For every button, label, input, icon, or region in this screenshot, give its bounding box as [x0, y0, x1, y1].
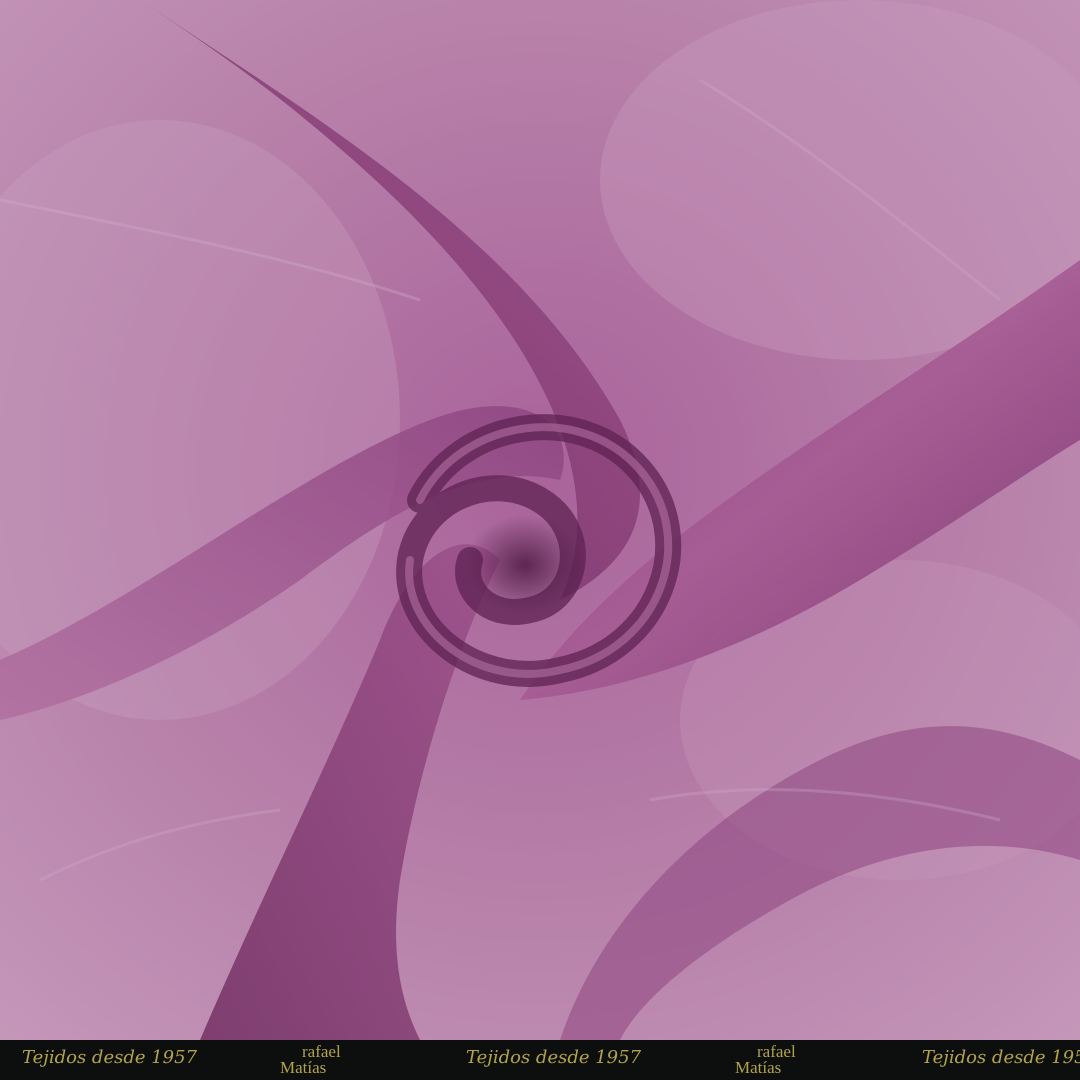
- tagline-text: Tejidos desde 1957: [922, 1047, 1080, 1068]
- fabric-swirl-center: [465, 515, 585, 615]
- tagline-text: Tejidos desde 1957: [22, 1047, 198, 1068]
- fabric-photo: [0, 0, 1080, 1040]
- brand-logo-bottom: Matías: [280, 1058, 327, 1077]
- brand-logo-bottom: Matías: [735, 1058, 782, 1077]
- product-image-page: Tejidos desde 1957 rafael Matías Tejidos…: [0, 0, 1080, 1080]
- brand-logo: rafael Matías: [735, 1043, 825, 1077]
- tagline-text: Tejidos desde 1957: [466, 1047, 642, 1068]
- brand-logo: rafael Matías: [280, 1043, 370, 1077]
- fabric-swirl-illustration: [0, 0, 1080, 1040]
